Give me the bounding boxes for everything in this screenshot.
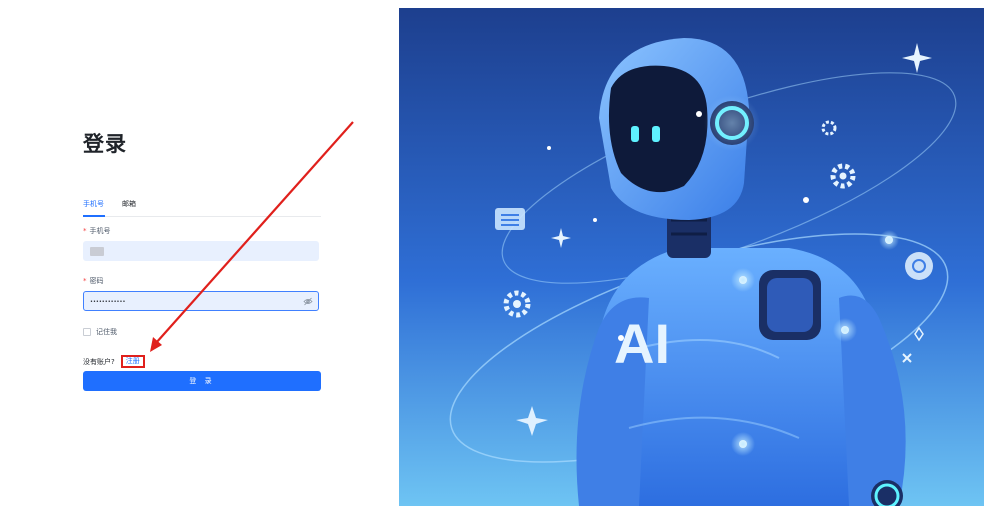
phone-label-text: 手机号 bbox=[89, 227, 111, 235]
register-link[interactable]: 注册 bbox=[120, 355, 145, 368]
remember-me-label: 记住我 bbox=[96, 328, 117, 336]
password-field-label: * 密码 bbox=[83, 276, 104, 286]
phone-input[interactable] bbox=[83, 241, 319, 261]
eye-off-icon[interactable] bbox=[303, 297, 313, 306]
login-panel: 登录 手机号 邮箱 * 手机号 * 密码 •••••••••••• 记住我 没有… bbox=[0, 0, 398, 506]
hero-illustration: AI bbox=[399, 8, 984, 506]
remember-me-checkbox[interactable] bbox=[83, 328, 91, 336]
tab-email[interactable]: 邮箱 bbox=[122, 199, 136, 209]
required-marker: * bbox=[83, 227, 87, 235]
password-input[interactable]: •••••••••••• bbox=[83, 291, 319, 311]
login-page: 登录 手机号 邮箱 * 手机号 * 密码 •••••••••••• 记住我 没有… bbox=[0, 0, 984, 506]
required-marker: * bbox=[83, 277, 87, 285]
tab-phone[interactable]: 手机号 bbox=[83, 199, 104, 209]
no-account-text: 没有账户? bbox=[83, 357, 115, 366]
page-title: 登录 bbox=[83, 132, 127, 156]
redacted-phone-value bbox=[90, 247, 104, 256]
login-button[interactable]: 登 录 bbox=[83, 371, 321, 391]
phone-field-label: * 手机号 bbox=[83, 226, 111, 236]
register-row: 没有账户? 注册 bbox=[83, 355, 145, 368]
ai-robot-illustration: AI bbox=[399, 8, 984, 506]
password-value: •••••••••••• bbox=[90, 299, 126, 305]
login-method-tabs: 手机号 邮箱 bbox=[83, 196, 321, 217]
ai-chest-text: AI bbox=[614, 312, 670, 375]
password-label-text: 密码 bbox=[89, 277, 104, 285]
remember-me-row[interactable]: 记住我 bbox=[83, 327, 117, 337]
active-tab-indicator bbox=[83, 215, 105, 217]
